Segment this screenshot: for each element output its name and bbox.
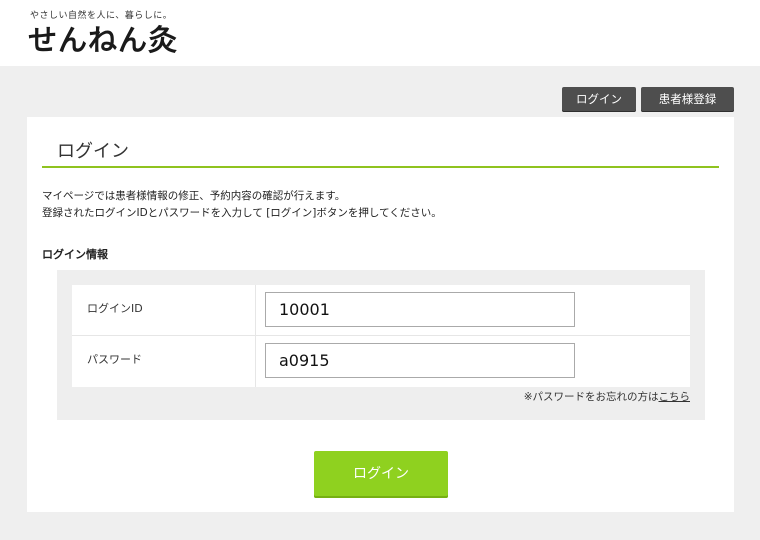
section-label: ログイン情報 [42, 248, 108, 261]
password-label: パスワード [72, 336, 256, 387]
intro-line-2: 登録されたログインIDとパスワードを入力して [ログイン]ボタンを押してください… [42, 207, 442, 219]
intro-line-1: マイページでは患者様情報の修正、予約内容の確認が行えます。 [42, 190, 346, 202]
forgot-password-text: ※パスワードをお忘れの方は [523, 391, 659, 403]
form-table: ログインID パスワード [72, 285, 690, 387]
logo[interactable]: せんねん灸 [28, 22, 178, 58]
password-input[interactable] [265, 343, 575, 378]
forgot-password-link[interactable]: こちら [659, 391, 691, 403]
login-id-input[interactable] [265, 292, 575, 327]
login-card: ログイン マイページでは患者様情報の修正、予約内容の確認が行えます。 登録された… [27, 117, 734, 512]
title-divider [42, 166, 719, 168]
site-header: やさしい自然を人に、暮らしに。 せんねん灸 [0, 0, 760, 66]
header-login-button[interactable]: ログイン [562, 87, 636, 112]
page-title: ログイン [57, 141, 129, 162]
tagline: やさしい自然を人に、暮らしに。 [30, 11, 173, 21]
patient-register-button[interactable]: 患者様登録 [641, 87, 734, 112]
password-row: パスワード [72, 336, 690, 387]
login-id-row: ログインID [72, 285, 690, 336]
forgot-password: ※パスワードをお忘れの方はこちら [524, 389, 690, 404]
login-form: ログインID パスワード ※パスワードをお忘れの方はこちら [57, 270, 705, 420]
intro-text: マイページでは患者様情報の修正、予約内容の確認が行えます。 登録されたログインI… [42, 188, 442, 222]
login-submit-button[interactable]: ログイン [314, 451, 448, 498]
login-id-label: ログインID [72, 285, 256, 335]
